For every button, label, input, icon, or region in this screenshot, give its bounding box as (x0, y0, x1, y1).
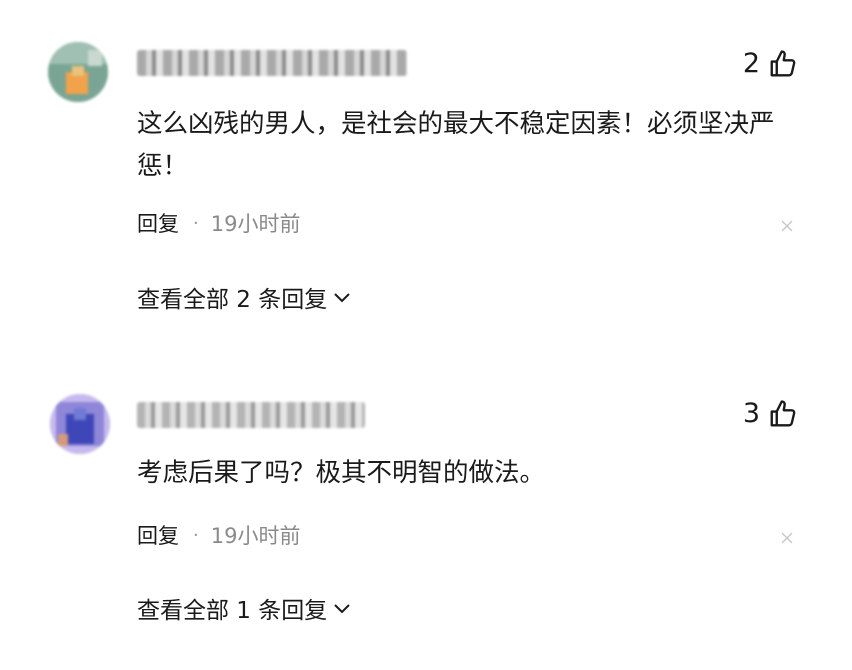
separator-dot: · (193, 212, 199, 234)
avatar[interactable] (50, 394, 110, 454)
comment-text: 考虑后果了吗？极其不明智的做法。 (137, 458, 546, 488)
thumb-up-icon (770, 50, 796, 77)
avatar[interactable] (48, 42, 108, 102)
like-count: 2 (742, 48, 760, 79)
comment-text: 这么凶残的男人，是社会的最大不稳定因素！必须坚决严惩！ (137, 109, 775, 181)
close-icon[interactable] (780, 219, 794, 233)
avatar-image (50, 394, 110, 454)
separator-dot: · (193, 524, 199, 546)
comment-time: 19小时前 (210, 212, 301, 236)
close-icon[interactable] (780, 531, 794, 545)
comment-time: 19小时前 (210, 524, 301, 548)
like-count: 3 (742, 398, 760, 429)
comment-item: 2 这么凶残的男人，是社会的最大不稳定因素！必须坚决严惩！ 回复 · 19小时前… (0, 0, 852, 360)
reply-button[interactable]: 回复 (137, 520, 179, 550)
chevron-down-icon (334, 604, 350, 614)
view-replies-label: 查看全部 2 条回复 (137, 287, 328, 313)
chevron-down-icon (334, 293, 350, 303)
avatar-image (48, 42, 108, 102)
comment-item: 3 考虑后果了吗？极其不明智的做法。 回复 · 19小时前 查看全部 1 条回复 (0, 360, 852, 670)
like-button[interactable]: 2 (743, 48, 798, 80)
view-replies-button[interactable]: 查看全部 1 条回复 (137, 591, 351, 625)
comment-meta: 回复 · 19小时前 (137, 520, 300, 550)
reply-button[interactable]: 回复 (137, 208, 179, 238)
thumb-up-icon (770, 400, 796, 427)
username-blurred[interactable] (137, 402, 365, 428)
view-replies-button[interactable]: 查看全部 2 条回复 (137, 280, 351, 314)
like-button[interactable]: 3 (743, 398, 798, 430)
username-blurred[interactable] (137, 50, 407, 76)
comment-meta: 回复 · 19小时前 (137, 208, 300, 238)
view-replies-label: 查看全部 1 条回复 (137, 598, 328, 624)
